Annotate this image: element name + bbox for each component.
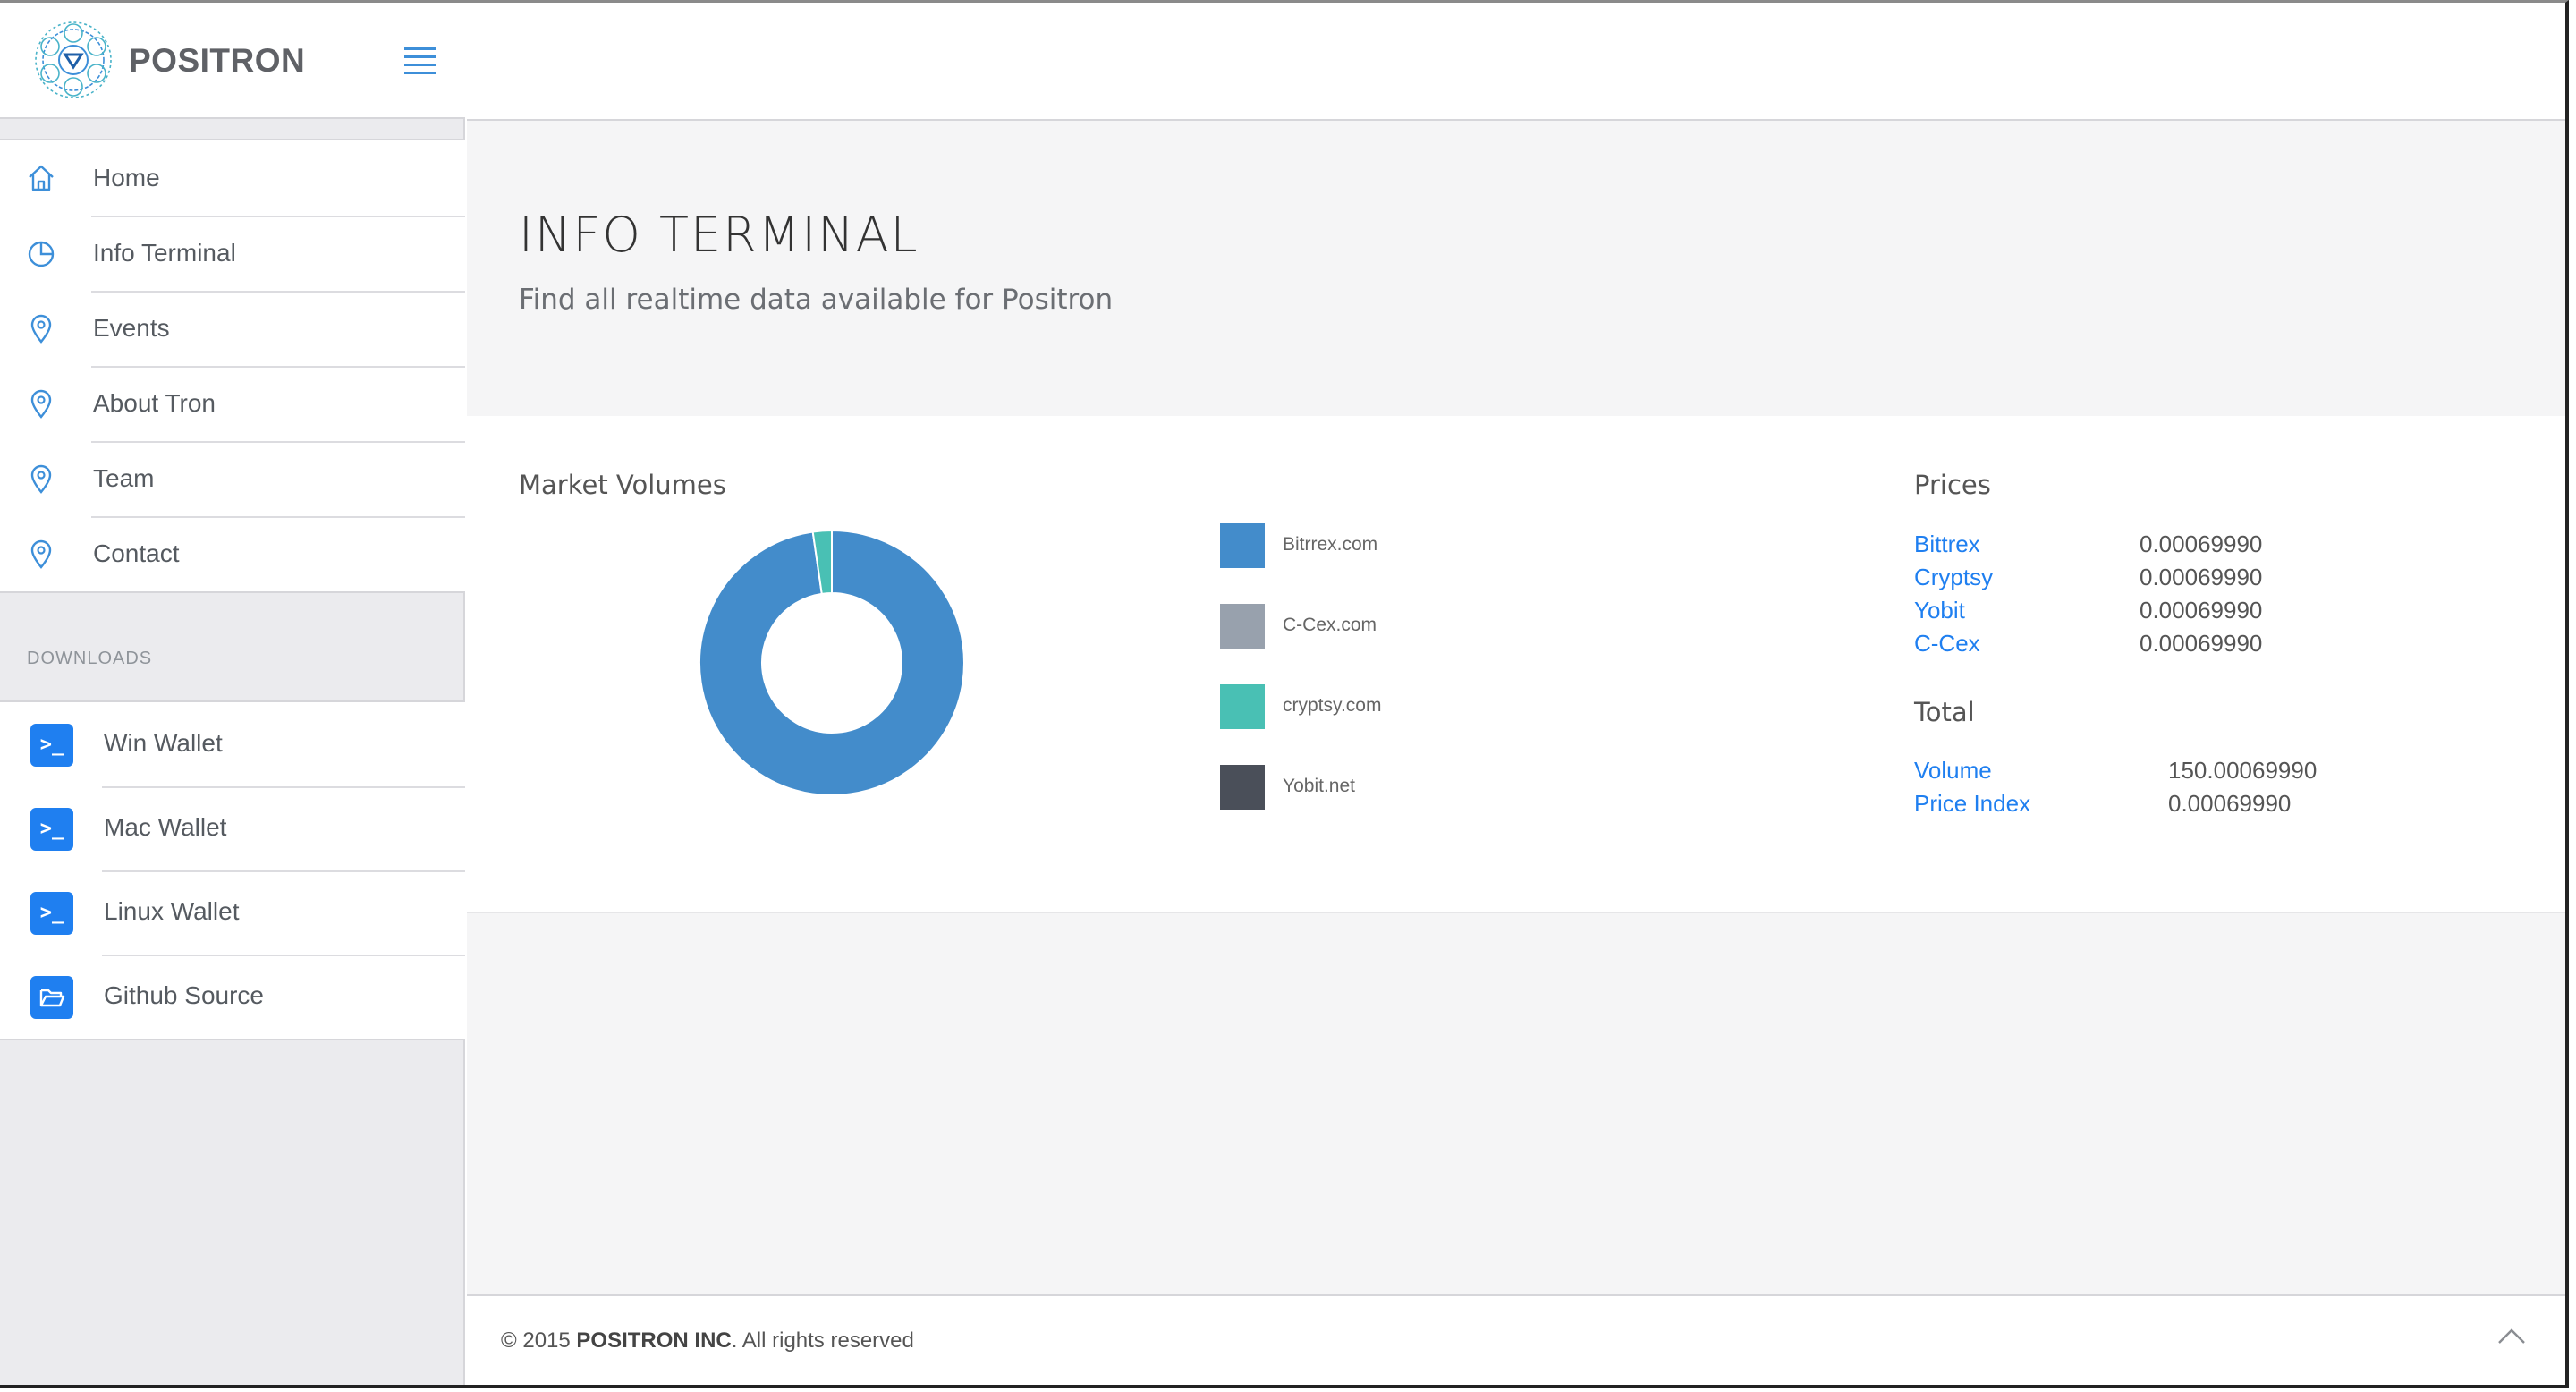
home-icon [29,165,54,191]
price-value: 0.00069990 [2140,530,2263,557]
legend-swatch-2 [1220,684,1265,729]
pie-chart-icon [28,241,55,267]
map-pin-icon [30,464,52,494]
positron-logo-icon[interactable] [27,13,120,106]
download-label: Github Source [104,981,264,1009]
main-nav: Home Info Terminal Events About Tron Tea… [0,139,465,593]
footer: © 2015 POSITRON INC. All rights reserved [467,1294,2565,1385]
nav-item-team[interactable]: Team [0,441,465,516]
total-title: Total [1914,697,1975,727]
legend-label: cryptsy.com [1283,695,1382,716]
legend-swatch-3 [1220,765,1265,810]
copyright-suffix: . All rights reserved [731,1328,914,1353]
legend-swatch-0 [1220,523,1265,568]
terminal-icon: >_ [30,808,73,851]
market-volumes-donut-chart [699,529,965,796]
top-bar [467,3,2565,121]
copyright-prefix: © 2015 [501,1328,577,1353]
nav-item-label: Team [93,464,155,492]
hamburger-menu-icon[interactable] [404,47,436,74]
price-value: 0.00069990 [2140,630,2263,657]
terminal-icon: >_ [30,724,73,767]
price-link-c-cex[interactable]: C-Cex [1914,630,1980,658]
price-link-bittrex[interactable]: Bittrex [1914,530,1980,558]
legend-label: Bitrrex.com [1283,534,1378,555]
price-link-yobit[interactable]: Yobit [1914,597,1965,624]
price-value: 0.00069990 [2140,564,2263,590]
total-value: 0.00069990 [2168,790,2292,817]
copyright-text: © 2015 POSITRON INC. All rights reserved [501,1328,914,1354]
terminal-icon: >_ [30,892,73,935]
nav-item-label: Events [93,314,170,342]
download-linux-wallet[interactable]: >_ Linux Wallet [0,870,465,955]
nav-item-label: Home [93,164,160,191]
download-win-wallet[interactable]: >_ Win Wallet [0,702,465,786]
downloads-header: DOWNLOADS [27,649,153,668]
sidebar: POSITRON Home Info Terminal Events About… [0,3,465,1385]
download-label: Mac Wallet [104,813,227,841]
nav-item-label: Contact [93,539,180,567]
download-mac-wallet[interactable]: >_ Mac Wallet [0,786,465,870]
map-pin-icon [30,389,52,419]
content-area [467,913,2565,1294]
legend-label: Yobit.net [1283,776,1355,796]
nav-item-contact[interactable]: Contact [0,516,465,591]
brand-bar: POSITRON [0,3,465,119]
download-github-source[interactable]: Github Source [0,955,465,1039]
page-subtitle: Find all realtime data available for Pos… [519,284,1114,316]
price-value: 0.00069990 [2140,597,2263,624]
prices-title: Prices [1914,470,1991,500]
download-label: Win Wallet [104,729,223,757]
legend-label: C-Cex.com [1283,615,1377,635]
download-label: Linux Wallet [104,897,240,925]
nav-item-label: Info Terminal [93,239,236,267]
page-title: INFO TERMINAL [519,207,919,263]
nav-item-info-terminal[interactable]: Info Terminal [0,216,465,291]
folder-open-icon [30,976,73,1019]
price-link-cryptsy[interactable]: Cryptsy [1914,564,1993,591]
legend-swatch-1 [1220,604,1265,649]
market-volumes-title: Market Volumes [519,470,726,500]
downloads-list: >_ Win Wallet >_ Mac Wallet >_ Linux Wal… [0,700,465,1040]
total-link-volume[interactable]: Volume [1914,757,1992,785]
nav-item-label: About Tron [93,389,216,417]
map-pin-icon [30,539,52,569]
app-window: POSITRON Home Info Terminal Events About… [0,0,2569,1388]
copyright-company: POSITRON INC [576,1328,732,1353]
brand-name[interactable]: POSITRON [129,42,305,80]
page-header: INFO TERMINAL Find all realtime data ava… [467,121,2565,416]
nav-item-events[interactable]: Events [0,291,465,366]
total-link-price-index[interactable]: Price Index [1914,790,2030,818]
total-value: 150.00069990 [2168,757,2318,784]
map-pin-icon [30,314,52,344]
chevron-up-icon[interactable] [2494,1323,2529,1350]
nav-item-home[interactable]: Home [0,140,465,216]
info-panel: Market Volumes Bitrrex.com C-Cex.com cry… [467,416,2565,913]
nav-item-about-tron[interactable]: About Tron [0,366,465,441]
